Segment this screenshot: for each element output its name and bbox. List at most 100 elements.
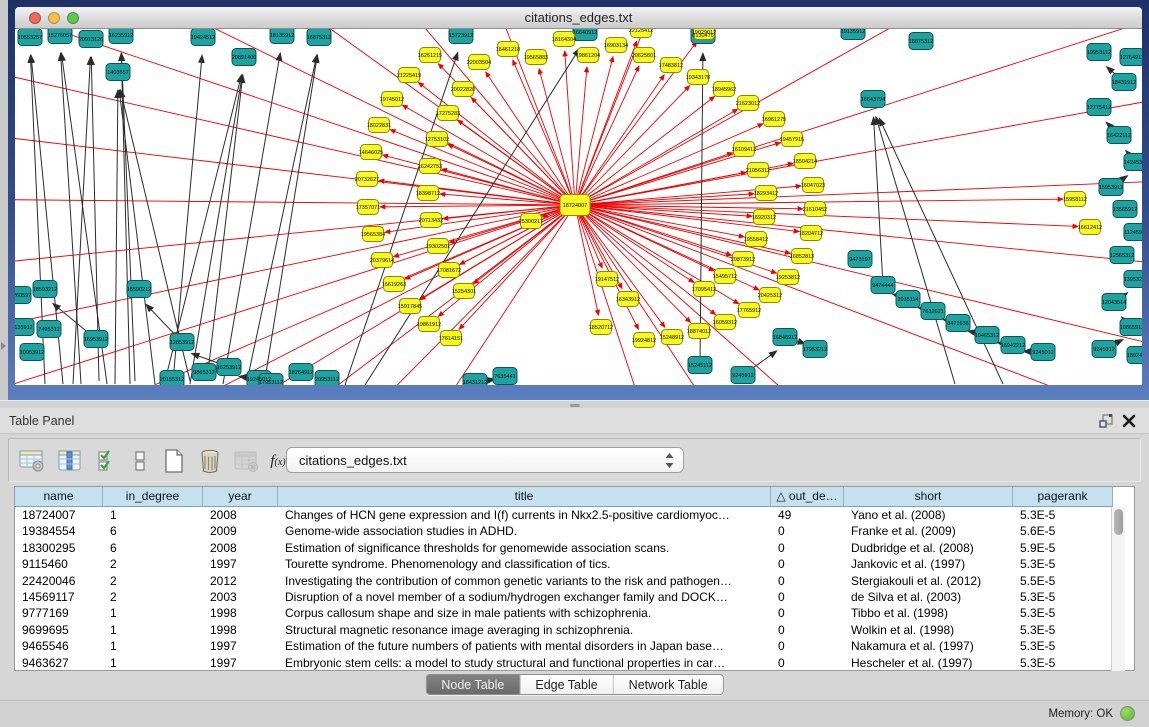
cell-title[interactable]: Corpus callosum shape and size in male p… (278, 605, 771, 621)
cell-short[interactable]: Stergiakouli et al. (2012) (844, 573, 1013, 589)
cell-pagerank[interactable]: 5.3E-5 (1013, 655, 1113, 671)
table-row[interactable]: 1938455462009Genome-wide association stu… (15, 523, 1113, 539)
cell-in_degree[interactable]: 2 (103, 589, 203, 605)
cell-in_degree[interactable]: 1 (103, 507, 203, 523)
cell-title[interactable]: Changes of HCN gene expression and I(f) … (278, 507, 771, 523)
cell-title[interactable]: Investigating the contribution of common… (278, 573, 771, 589)
cell-in_degree[interactable]: 1 (103, 655, 203, 671)
scrollbar-thumb[interactable] (1114, 509, 1123, 535)
delete-column-icon[interactable] (195, 446, 225, 476)
column-header-year[interactable]: year (203, 487, 278, 507)
column-header-in_degree[interactable]: in_degree (103, 487, 203, 507)
column-header-pagerank[interactable]: pagerank (1013, 487, 1113, 507)
cell-year[interactable]: 2003 (203, 589, 278, 605)
cell-name[interactable]: 19384554 (15, 523, 103, 539)
cell-short[interactable]: Hescheler et al. (1997) (844, 655, 1013, 671)
cell-year[interactable]: 2009 (203, 523, 278, 539)
unselect-all-columns-icon[interactable] (125, 446, 155, 476)
cell-out_degree[interactable]: 0 (771, 540, 844, 556)
cell-title[interactable]: Embryonic stem cells: a model to study s… (278, 655, 771, 671)
delete-table-icon[interactable] (231, 446, 261, 476)
tab-node-table[interactable]: Node Table (426, 675, 520, 694)
table-row[interactable]: 969969511998Structural magnetic resonanc… (15, 622, 1113, 638)
cell-out_degree[interactable]: 0 (771, 655, 844, 671)
cell-year[interactable]: 2008 (203, 540, 278, 556)
cell-out_degree[interactable]: 0 (771, 573, 844, 589)
column-header-name[interactable]: name (15, 487, 103, 507)
cell-short[interactable]: de Silva et al. (2003) (844, 589, 1013, 605)
cell-in_degree[interactable]: 2 (103, 573, 203, 589)
cell-year[interactable]: 1997 (203, 655, 278, 671)
cell-out_degree[interactable]: 0 (771, 605, 844, 621)
cell-pagerank[interactable]: 5.3E-5 (1013, 622, 1113, 638)
cell-title[interactable]: Genome-wide association studies in ADHD. (278, 523, 771, 539)
cell-year[interactable]: 1998 (203, 605, 278, 621)
table-row[interactable]: 911546021997Tourette syndrome. Phenomeno… (15, 556, 1113, 572)
network-window-titlebar[interactable]: citations_edges.txt (15, 7, 1142, 29)
column-visibility-icon[interactable] (55, 446, 85, 476)
column-header-title[interactable]: title (278, 487, 771, 507)
cell-pagerank[interactable]: 5.3E-5 (1013, 507, 1113, 523)
network-canvas[interactable]: 1055325715276057209131261623591219424512… (15, 29, 1142, 385)
cell-year[interactable]: 1997 (203, 638, 278, 654)
cell-out_degree[interactable]: 0 (771, 589, 844, 605)
cell-year[interactable]: 1998 (203, 622, 278, 638)
float-panel-icon[interactable] (1097, 412, 1115, 430)
cell-year[interactable]: 2008 (203, 507, 278, 523)
cell-out_degree[interactable]: 0 (771, 622, 844, 638)
cell-name[interactable]: 9115460 (15, 556, 103, 572)
cell-pagerank[interactable]: 5.3E-5 (1013, 605, 1113, 621)
cell-short[interactable]: Yano et al. (2008) (844, 507, 1013, 523)
table-row[interactable]: 946554611997Estimation of the future num… (15, 638, 1113, 654)
cell-in_degree[interactable]: 6 (103, 540, 203, 556)
west-panel-handle-icon[interactable] (1, 342, 6, 350)
select-all-columns-icon[interactable] (93, 446, 123, 476)
cell-in_degree[interactable]: 1 (103, 605, 203, 621)
cell-short[interactable]: Jankovic et al. (1997) (844, 556, 1013, 572)
close-panel-icon[interactable] (1120, 412, 1138, 430)
table-mode-icon[interactable] (17, 446, 47, 476)
cell-pagerank[interactable]: 5.6E-5 (1013, 523, 1113, 539)
cell-pagerank[interactable]: 5.3E-5 (1013, 638, 1113, 654)
column-header-out_degree[interactable]: △ out_de… (771, 487, 844, 507)
table-row[interactable]: 977716911998Corpus callosum shape and si… (15, 605, 1113, 621)
cell-title[interactable]: Structural magnetic resonance image aver… (278, 622, 771, 638)
table-row[interactable]: 1456911722003Disruption of a novel membe… (15, 589, 1113, 605)
cell-out_degree[interactable]: 49 (771, 507, 844, 523)
cell-name[interactable]: 18300295 (15, 540, 103, 556)
table-row[interactable]: 946362711997Embryonic stem cells: a mode… (15, 655, 1113, 671)
table-row[interactable]: 2242004622012Investigating the contribut… (15, 573, 1113, 589)
cell-year[interactable]: 2012 (203, 573, 278, 589)
table-row[interactable]: 1872400712008Changes of HCN gene express… (15, 507, 1113, 523)
cell-in_degree[interactable]: 6 (103, 523, 203, 539)
cell-short[interactable]: Dudbridge et al. (2008) (844, 540, 1013, 556)
cell-pagerank[interactable]: 5.5E-5 (1013, 573, 1113, 589)
cell-year[interactable]: 1997 (203, 556, 278, 572)
cell-name[interactable]: 9463627 (15, 655, 103, 671)
panel-split-divider[interactable] (0, 400, 1149, 408)
tab-edge-table[interactable]: Edge Table (520, 675, 613, 694)
cell-in_degree[interactable]: 2 (103, 556, 203, 572)
column-header-short[interactable]: short (844, 487, 1013, 507)
cell-name[interactable]: 9699695 (15, 622, 103, 638)
cell-name[interactable]: 9777169 (15, 605, 103, 621)
table-row[interactable]: 1830029562008Estimation of significance … (15, 540, 1113, 556)
cell-out_degree[interactable]: 0 (771, 638, 844, 654)
cell-short[interactable]: Tibbo et al. (1998) (844, 605, 1013, 621)
cell-title[interactable]: Estimation of significance thresholds fo… (278, 540, 771, 556)
tab-network-table[interactable]: Network Table (614, 675, 723, 694)
cell-in_degree[interactable]: 1 (103, 622, 203, 638)
divider-grip-icon[interactable] (570, 404, 580, 407)
cell-name[interactable]: 9465546 (15, 638, 103, 654)
cell-pagerank[interactable]: 5.3E-5 (1013, 556, 1113, 572)
cell-name[interactable]: 14569117 (15, 589, 103, 605)
cell-short[interactable]: Franke et al. (2009) (844, 523, 1013, 539)
cell-name[interactable]: 18724007 (15, 507, 103, 523)
cell-short[interactable]: Nakamura et al. (1997) (844, 638, 1013, 654)
cell-name[interactable]: 22420046 (15, 573, 103, 589)
cell-out_degree[interactable]: 0 (771, 556, 844, 572)
cell-title[interactable]: Disruption of a novel member of a sodium… (278, 589, 771, 605)
cell-title[interactable]: Estimation of the future numbers of pati… (278, 638, 771, 654)
cell-short[interactable]: Wolkin et al. (1998) (844, 622, 1013, 638)
create-column-icon[interactable] (159, 446, 189, 476)
